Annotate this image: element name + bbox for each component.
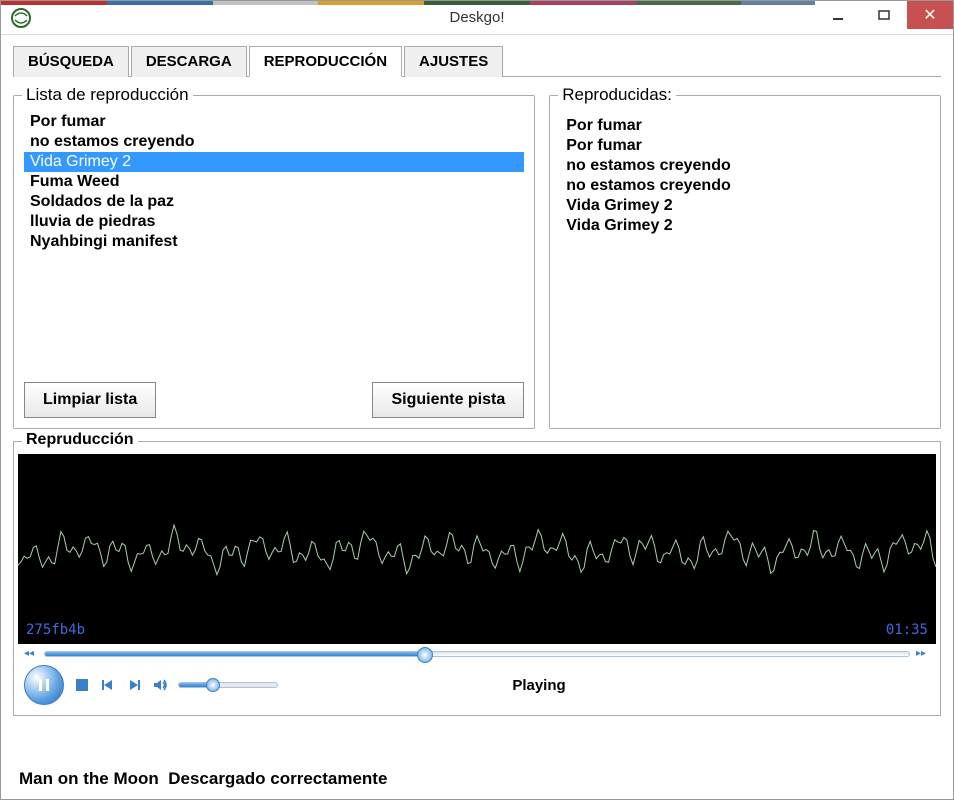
history-item: no estamos creyendo bbox=[566, 156, 924, 176]
playlist-item[interactable]: lluvia de piedras bbox=[24, 212, 524, 232]
history-item: no estamos creyendo bbox=[566, 176, 924, 196]
close-button[interactable]: ✕ bbox=[907, 1, 953, 29]
titlebar: Deskgo! ✕ bbox=[1, 1, 953, 35]
controls-row: Playing bbox=[24, 665, 930, 705]
playlist-title: Lista de reproducción bbox=[22, 85, 193, 105]
main-window: Deskgo! ✕ BÚSQUEDADESCARGAREPRODUCCIÓNAJ… bbox=[0, 0, 954, 800]
forward-icon[interactable]: ▸▸ bbox=[916, 648, 930, 659]
stop-button[interactable] bbox=[74, 677, 90, 693]
status-bar: Man on the Moon Descargado correctamente bbox=[13, 759, 941, 795]
history-item: Vida Grimey 2 bbox=[566, 196, 924, 216]
playlist-group: Lista de reproducción Por fumarno estamo… bbox=[13, 95, 535, 429]
pause-button[interactable] bbox=[24, 665, 64, 705]
client-area: BÚSQUEDADESCARGAREPRODUCCIÓNAJUSTES List… bbox=[1, 35, 953, 724]
history-item: Vida Grimey 2 bbox=[566, 216, 924, 236]
history-group: Reproducidas: Por fumarPor fumarno estam… bbox=[549, 95, 941, 429]
history-list: Por fumarPor fumarno estamos creyendono … bbox=[560, 112, 930, 402]
waveform-display: 275fb4b 01:35 bbox=[18, 454, 936, 644]
playlist-item[interactable]: Soldados de la paz bbox=[24, 192, 524, 212]
tab-descarga[interactable]: DESCARGA bbox=[131, 46, 247, 77]
status-message: Descargado correctamente bbox=[168, 769, 387, 788]
minimize-button[interactable] bbox=[815, 1, 861, 29]
volume-icon[interactable] bbox=[152, 677, 168, 693]
player-controls: ◂◂ ▸▸ bbox=[18, 644, 936, 711]
status-track: Man on the Moon bbox=[19, 769, 159, 788]
playlist-item[interactable]: Vida Grimey 2 bbox=[24, 152, 524, 172]
columns: Lista de reproducción Por fumarno estamo… bbox=[13, 95, 941, 429]
playlist-item[interactable]: no estamos creyendo bbox=[24, 132, 524, 152]
tab-búsqueda[interactable]: BÚSQUEDA bbox=[13, 46, 129, 77]
prev-button[interactable] bbox=[100, 677, 116, 693]
playlist[interactable]: Por fumarno estamos creyendoVida Grimey … bbox=[24, 112, 524, 374]
clear-list-button[interactable]: Limpiar lista bbox=[24, 382, 156, 418]
history-title: Reproducidas: bbox=[558, 85, 676, 105]
player-title: Repruducción bbox=[22, 431, 138, 449]
player-group: Repruducción 275fb4b 01:35 ◂◂ ▸▸ bbox=[13, 441, 941, 716]
elapsed-time: 01:35 bbox=[886, 622, 928, 638]
history-item: Por fumar bbox=[566, 116, 924, 136]
seek-slider[interactable] bbox=[44, 651, 910, 657]
maximize-button[interactable] bbox=[861, 1, 907, 29]
playlist-item[interactable]: Fuma Weed bbox=[24, 172, 524, 192]
wave-id: 275fb4b bbox=[26, 622, 85, 638]
playlist-buttons: Limpiar lista Siguiente pista bbox=[24, 382, 524, 418]
tab-bar: BÚSQUEDADESCARGAREPRODUCCIÓNAJUSTES bbox=[13, 45, 941, 77]
app-icon bbox=[9, 6, 33, 30]
window-controls: ✕ bbox=[815, 1, 953, 29]
seek-row: ◂◂ ▸▸ bbox=[24, 648, 930, 659]
titlebar-accent bbox=[1, 1, 953, 5]
volume-slider[interactable] bbox=[178, 682, 278, 688]
tab-reproducción[interactable]: REPRODUCCIÓN bbox=[249, 46, 402, 77]
player-status: Playing bbox=[288, 677, 930, 694]
playlist-item[interactable]: Nyahbingi manifest bbox=[24, 232, 524, 252]
history-item: Por fumar bbox=[566, 136, 924, 156]
next-track-button[interactable]: Siguiente pista bbox=[372, 382, 524, 418]
window-title: Deskgo! bbox=[1, 9, 953, 26]
rewind-icon[interactable]: ◂◂ bbox=[24, 648, 38, 659]
next-button[interactable] bbox=[126, 677, 142, 693]
playlist-item[interactable]: Por fumar bbox=[24, 112, 524, 132]
tab-ajustes[interactable]: AJUSTES bbox=[404, 46, 503, 77]
